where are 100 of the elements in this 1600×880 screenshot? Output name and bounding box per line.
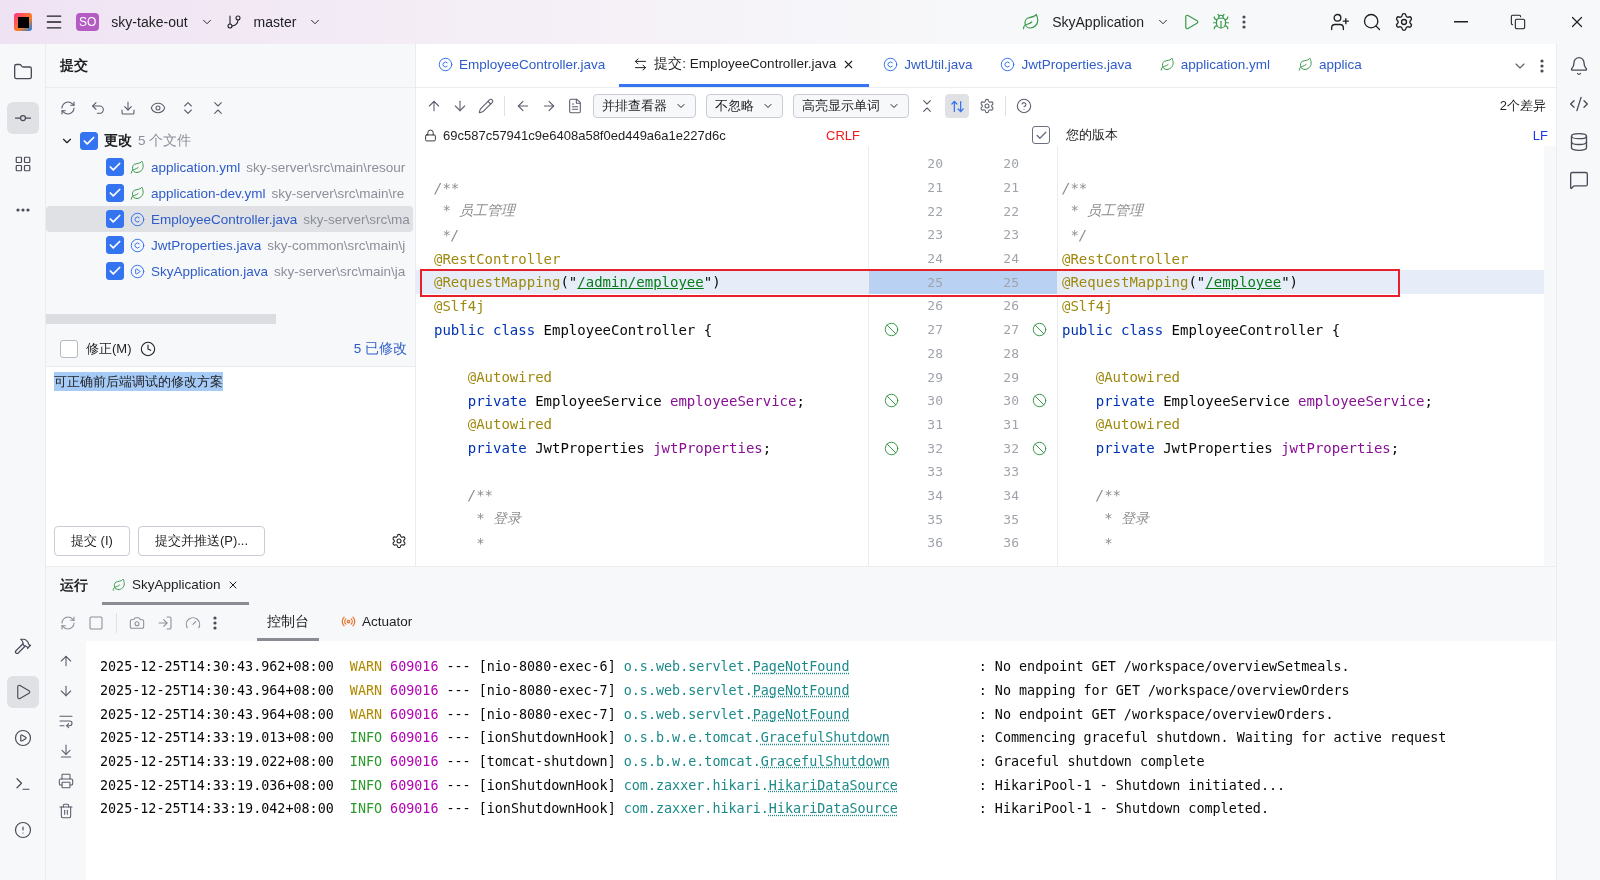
editor-tab[interactable]: JwtProperties.java bbox=[986, 44, 1146, 87]
scroll-end-icon bbox=[58, 743, 74, 759]
checkbox[interactable] bbox=[106, 158, 124, 176]
broadcast-icon bbox=[341, 614, 356, 629]
file-count: 5 个文件 bbox=[138, 132, 192, 150]
project-selector[interactable]: sky-take-out bbox=[111, 14, 188, 30]
line-number: 30 bbox=[1002, 393, 1019, 409]
line-number: 24 bbox=[1002, 251, 1019, 267]
class-icon bbox=[130, 237, 145, 253]
add-user-icon bbox=[1330, 12, 1350, 32]
code-line: @Autowired bbox=[1094, 415, 1181, 435]
viewer-dropdown[interactable]: 并排查看器 bbox=[593, 94, 696, 118]
code-line: private JwtProperties jwtProperties; bbox=[1094, 439, 1401, 459]
editor-tab[interactable]: 提交: EmployeeController.java bbox=[619, 44, 870, 87]
more-icon[interactable] bbox=[15, 208, 30, 212]
code-line: @Slf4j bbox=[1061, 296, 1114, 316]
eye-icon bbox=[150, 100, 166, 116]
commit-tool-button[interactable] bbox=[6, 102, 39, 134]
file-row[interactable]: EmployeeController.java sky-server\src\ma bbox=[46, 206, 413, 232]
log-line: 2025-12-25T14:30:43.962+08:00 WARN 609016 --- [nio-8080-exec-6] o.s.web.servlet.PageNotFound : No endpoint GET /workspace/overviewSetmeals. bbox=[100, 658, 1351, 677]
minimize-icon[interactable] bbox=[1454, 21, 1468, 23]
document-icon bbox=[567, 98, 583, 114]
folder-icon bbox=[12, 62, 33, 82]
commit-hash: 69c587c57941c9e6408a58f0ed449a6a1e227d6c bbox=[443, 127, 726, 143]
debug-icon bbox=[1212, 13, 1230, 31]
problems-icon bbox=[13, 821, 32, 839]
code-line: /** bbox=[466, 486, 494, 506]
console-tab[interactable]: 控制台 bbox=[257, 605, 319, 641]
line-number: 31 bbox=[1002, 416, 1019, 432]
checkbox[interactable] bbox=[106, 210, 124, 228]
code-line: public class EmployeeController { bbox=[1061, 320, 1342, 340]
more-icon[interactable] bbox=[213, 616, 217, 630]
class-icon bbox=[438, 56, 453, 72]
line-number: 20 bbox=[1002, 156, 1019, 172]
branch-selector[interactable]: master bbox=[253, 14, 297, 30]
editor-tab[interactable]: JwtUtil.java bbox=[869, 44, 987, 87]
code-line: @Autowired bbox=[466, 415, 553, 435]
services-icon bbox=[13, 729, 32, 747]
file-row[interactable]: application-dev.yml sky-server\src\main\re bbox=[46, 180, 413, 206]
sync-scroll-button[interactable] bbox=[945, 94, 969, 118]
code-line: @RestController bbox=[433, 249, 562, 269]
more-icon[interactable] bbox=[1540, 58, 1544, 73]
code-line: @Autowired bbox=[1094, 368, 1181, 388]
editor-tab[interactable]: applica bbox=[1284, 44, 1376, 87]
terminal-icon bbox=[13, 775, 32, 793]
log-line: 2025-12-25T14:33:19.042+08:00 INFO 609016 --- [ionShutdownHook] com.zaxxer.hikari.HikariDataSource : HikariPool-1 - Shutdown completed. bbox=[100, 800, 1270, 819]
file-row[interactable]: application.yml sky-server\src\main\resour bbox=[46, 154, 413, 180]
rollback-icon bbox=[90, 100, 106, 116]
check-icon bbox=[108, 186, 122, 200]
run-config-selector[interactable]: SkyApplication bbox=[1052, 14, 1144, 30]
run-tool-button[interactable] bbox=[6, 676, 39, 708]
editor-tab[interactable]: EmployeeController.java bbox=[424, 44, 620, 87]
line-number: 25 bbox=[1002, 274, 1019, 290]
grid-icon bbox=[13, 155, 32, 173]
log-line: 2025-12-25T14:30:43.964+08:00 WARN 609016 --- [nio-8080-exec-7] o.s.web.servlet.PageNotFound : No mapping for GET /workspace/overviewOrders bbox=[100, 682, 1351, 701]
panel-title: 提交 bbox=[46, 44, 415, 88]
commit-message-field[interactable]: 可正确前后端调试的修改方案 bbox=[46, 367, 415, 518]
lock-icon bbox=[424, 128, 437, 142]
help-icon bbox=[1016, 98, 1032, 114]
editor-tab[interactable]: application.yml bbox=[1145, 44, 1284, 87]
line-ending: LF bbox=[1532, 127, 1548, 143]
line-number: 28 bbox=[1002, 345, 1019, 361]
highlight-dropdown[interactable]: 高亮显示单词 bbox=[793, 94, 909, 118]
file-name: EmployeeController.java bbox=[151, 211, 298, 227]
modified-link[interactable]: 5 已修改 bbox=[353, 340, 407, 358]
ignore-dropdown[interactable]: 不忽略 bbox=[706, 94, 783, 118]
checkbox[interactable] bbox=[60, 340, 78, 358]
commit-button[interactable]: 提交 (I) bbox=[54, 526, 130, 556]
more-icon[interactable] bbox=[1242, 15, 1246, 29]
file-row[interactable]: JwtProperties.java sky-common\src\main\j bbox=[46, 232, 413, 258]
file-row[interactable]: SkyApplication.java sky-server\src\main\ja bbox=[46, 258, 413, 284]
settings-icon bbox=[391, 533, 407, 549]
line-number: 35 bbox=[1002, 511, 1019, 527]
line-number: 34 bbox=[1002, 487, 1019, 503]
code-line: * bbox=[475, 533, 486, 553]
version-title: 您的版本 bbox=[1066, 126, 1118, 144]
checkbox[interactable] bbox=[1032, 126, 1050, 144]
line-number: 22 bbox=[926, 203, 943, 219]
console-tab[interactable]: Actuator bbox=[331, 605, 423, 641]
checkbox[interactable] bbox=[106, 236, 124, 254]
line-number: 28 bbox=[926, 345, 943, 361]
commit-button[interactable]: 提交并推送(P)... bbox=[137, 526, 266, 556]
app-logo[interactable] bbox=[14, 13, 32, 31]
file-path: sky-server\src\main\re bbox=[271, 185, 405, 201]
history-icon bbox=[139, 341, 156, 357]
print-icon bbox=[58, 773, 74, 789]
checkbox[interactable] bbox=[80, 132, 98, 150]
checkbox[interactable] bbox=[106, 262, 124, 280]
code-line: */ bbox=[441, 225, 461, 245]
line-number: 32 bbox=[1002, 440, 1019, 456]
download-icon bbox=[120, 100, 136, 116]
line-number: 35 bbox=[926, 511, 943, 527]
refresh-icon bbox=[60, 100, 76, 116]
checkbox[interactable] bbox=[106, 184, 124, 202]
group-label: 更改 bbox=[104, 132, 132, 150]
leaf-icon bbox=[1159, 56, 1175, 72]
code-line: public class EmployeeController { bbox=[433, 320, 714, 340]
file-name: JwtProperties.java bbox=[151, 237, 262, 253]
file-path: sky-common\src\main\j bbox=[267, 237, 406, 253]
amend-label: 修正(M) bbox=[86, 340, 132, 358]
